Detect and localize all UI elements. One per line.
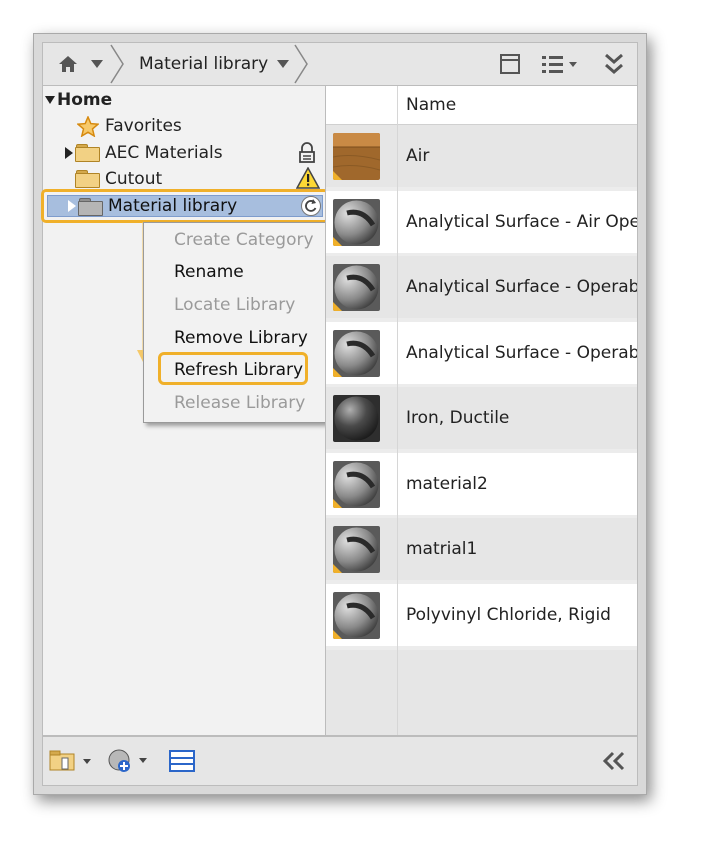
- menu-item-release-library[interactable]: Release Library: [174, 388, 305, 418]
- collapse-left-button[interactable]: [601, 750, 627, 776]
- list-empty-area: [326, 650, 637, 735]
- material-thumbnail: [333, 264, 380, 311]
- collapse-left-icon: [602, 751, 625, 771]
- breadcrumb-dropdown-button[interactable]: [275, 43, 291, 85]
- home-button[interactable]: [51, 43, 85, 85]
- folder-icon: [75, 170, 100, 188]
- material-name: Polyvinyl Chloride, Rigid: [406, 605, 611, 625]
- home-icon: [59, 56, 77, 72]
- expand-triangle-icon: [68, 200, 76, 212]
- tree-root-label: Home: [57, 90, 113, 110]
- refresh-icon[interactable]: [300, 195, 322, 217]
- context-menu: Create Category Rename Locate Library Re…: [143, 222, 334, 423]
- bottom-bar: [42, 736, 638, 786]
- panel-icon: [169, 750, 195, 772]
- view-toggle-button[interactable]: [495, 43, 525, 85]
- folder-icon: [78, 198, 103, 216]
- panel-toggle-button[interactable]: [169, 749, 195, 777]
- material-thumbnail: [333, 526, 380, 573]
- tree-item-label: Material library: [108, 196, 238, 216]
- material-name: Analytical Surface - Operabl: [406, 343, 638, 363]
- breadcrumb-separator-icon: [110, 44, 124, 84]
- list-row-analytical-surface-1[interactable]: Analytical Surface - Air Oper: [326, 191, 637, 253]
- list-header: Name: [326, 86, 637, 125]
- material-thumbnail: [333, 461, 380, 508]
- menu-item-locate-library[interactable]: Locate Library: [174, 290, 295, 320]
- view-toggle-icon: [500, 54, 520, 74]
- material-name: Air: [406, 146, 430, 166]
- collapse-panel-button[interactable]: [599, 43, 629, 85]
- refresh-library-highlight: [158, 352, 308, 385]
- breadcrumb-material-library[interactable]: Material library: [139, 43, 268, 85]
- list-row-analytical-surface-2[interactable]: Analytical Surface - Operabl: [326, 256, 637, 318]
- expand-triangle-icon: [65, 147, 73, 159]
- tree-item-label: AEC Materials: [105, 143, 223, 163]
- material-thumbnail: [333, 395, 380, 442]
- material-name: material2: [406, 474, 488, 494]
- add-material-button[interactable]: [107, 748, 151, 778]
- tree-item-material-library[interactable]: Material library: [41, 189, 329, 223]
- list-row-matrial1[interactable]: matrial1: [326, 518, 637, 580]
- menu-item-rename[interactable]: Rename: [174, 257, 244, 287]
- list-row-air[interactable]: Air: [326, 125, 637, 187]
- material-thumbnail: [333, 330, 380, 377]
- menu-item-remove-library[interactable]: Remove Library: [174, 323, 308, 353]
- material-thumbnail: [333, 592, 380, 639]
- tree-root-home[interactable]: Home: [45, 87, 112, 113]
- material-name: Analytical Surface - Operabl: [406, 277, 638, 297]
- tree-item-label: Favorites: [105, 116, 182, 136]
- material-name: matrial1: [406, 539, 478, 559]
- list-row-iron-ductile[interactable]: Iron, Ductile: [326, 387, 637, 449]
- column-header-name[interactable]: Name: [406, 86, 456, 124]
- library-manage-icon: [49, 750, 91, 771]
- material-browser-panel: Material library Home Favorites AEC Mate…: [33, 33, 647, 795]
- tree-item-aec-materials[interactable]: AEC Materials: [65, 140, 325, 166]
- expand-triangle-icon: [45, 96, 55, 104]
- material-thumbnail: [333, 133, 380, 180]
- add-material-icon: [108, 749, 147, 772]
- home-dropdown-button[interactable]: [89, 43, 105, 85]
- manage-library-button[interactable]: [49, 749, 93, 777]
- list-row-analytical-surface-3[interactable]: Analytical Surface - Operabl: [326, 322, 637, 384]
- warning-icon: [296, 167, 320, 189]
- chevron-down-icon: [277, 60, 289, 68]
- list-row-polyvinyl-chloride[interactable]: Polyvinyl Chloride, Rigid: [326, 584, 637, 646]
- double-chevron-down-icon: [605, 53, 623, 74]
- lock-icon: [299, 142, 315, 163]
- list-options-button[interactable]: [537, 43, 583, 85]
- material-name: Analytical Surface - Air Oper: [406, 212, 638, 232]
- material-list: Name Air Analytical Surface - Air Oper A…: [325, 86, 638, 736]
- breadcrumb-separator-icon: [294, 44, 308, 84]
- column-divider: [397, 86, 398, 735]
- list-options-icon: [542, 56, 577, 73]
- folder-icon: [75, 144, 100, 162]
- chevron-down-icon: [91, 60, 103, 68]
- material-name: Iron, Ductile: [406, 408, 510, 428]
- menu-item-create-category[interactable]: Create Category: [174, 225, 314, 255]
- material-thumbnail: [333, 199, 380, 246]
- star-icon: [77, 116, 99, 137]
- list-row-material2[interactable]: material2: [326, 453, 637, 515]
- toolbar: Material library: [42, 42, 638, 86]
